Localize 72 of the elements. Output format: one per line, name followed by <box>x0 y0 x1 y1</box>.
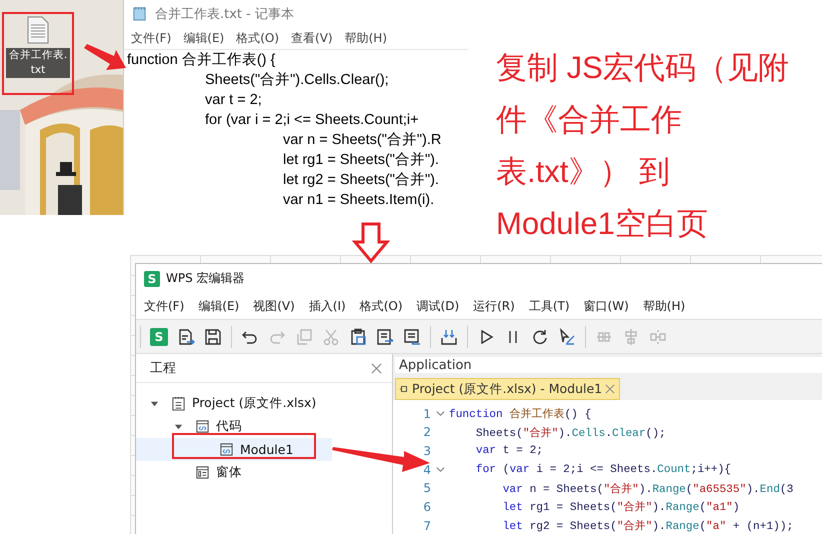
menu-item[interactable]: 插入(I) <box>308 298 346 314</box>
line-number: 7 <box>422 518 431 533</box>
panel-title: 工程 <box>150 360 176 377</box>
code-file-icon <box>219 442 234 457</box>
menu-item[interactable]: 格式(O) <box>360 298 403 314</box>
code-line: let rg2 = Sheets("合并").Range("a" + (n+1)); <box>502 518 794 534</box>
export-icon[interactable] <box>177 328 195 346</box>
code-line: Sheets("合并").Cells.Clear(); <box>474 426 666 440</box>
form-icon <box>195 465 210 480</box>
tree-item[interactable]: 代码 <box>136 415 332 438</box>
text-line: let rg1 = Sheets("合并"). <box>282 151 440 170</box>
text-line: var t = 2; <box>204 91 263 110</box>
code-line: let rg1 = Sheets("合并").Range("a1") <box>502 500 740 514</box>
tree-item[interactable]: Module1 <box>136 438 332 461</box>
design-icon[interactable] <box>558 328 576 346</box>
down-arrow <box>352 222 390 264</box>
close-icon[interactable] <box>371 362 382 374</box>
tree-item[interactable]: Project (原文件.xlsx) <box>136 392 332 415</box>
indent-icon[interactable] <box>376 328 394 346</box>
menu-item[interactable]: 视图(V) <box>253 298 295 314</box>
close-icon[interactable] <box>605 384 616 394</box>
file-label[interactable]: 合并工作表.txt <box>6 48 70 78</box>
line-number: 1 <box>422 406 431 421</box>
menu-item[interactable]: 帮助(H) <box>642 298 686 314</box>
code-file-icon <box>195 419 210 434</box>
line-number: 5 <box>422 481 431 496</box>
expander-icon[interactable] <box>150 399 159 408</box>
tree-item[interactable]: 窗体 <box>136 461 332 484</box>
text-line: Sheets("合并").Cells.Clear(); <box>204 71 390 90</box>
line-number: 3 <box>422 444 431 458</box>
menu-item[interactable]: 文件(F) <box>144 298 184 314</box>
menu-item[interactable]: 窗口(W) <box>584 298 629 314</box>
menu-item[interactable]: 编辑(E) <box>183 30 224 46</box>
menu-item[interactable]: 运行(R) <box>473 298 515 314</box>
menu-item[interactable]: 编辑(E) <box>198 298 240 314</box>
code-line: var n = Sheets("合并").Range("a65535").End(3 <box>502 482 794 496</box>
fold-icon[interactable] <box>436 409 444 418</box>
app-logo: S <box>144 270 160 286</box>
save-icon[interactable] <box>204 328 222 346</box>
paste-icon[interactable] <box>349 328 367 346</box>
menu-item[interactable]: 调试(D) <box>416 298 460 314</box>
editor-tab[interactable]: Project (原文件.xlsx) - Module1 <box>395 378 620 400</box>
code-line: var t = 2; <box>474 444 543 457</box>
reset-icon[interactable] <box>531 328 549 346</box>
annotation-text: 复制 JS宏代码（见附件《合并工作表.txt》） 到 Module1空白页 <box>496 49 790 243</box>
window-title: 合并工作表.txt - 记事本 <box>155 6 294 22</box>
text-line: var n = Sheets("合并").R <box>282 131 442 150</box>
menu-item[interactable]: 格式(O) <box>236 30 280 46</box>
text-line: let rg2 = Sheets("合并"). <box>282 171 440 190</box>
notepad-icon <box>132 6 147 21</box>
menu-item[interactable]: 查看(V) <box>291 30 333 46</box>
window-title: WPS 宏编辑器 <box>166 270 245 287</box>
line-number: 6 <box>422 500 431 514</box>
expander-icon[interactable] <box>174 422 183 431</box>
module-icon <box>399 384 409 394</box>
menu-item[interactable]: 文件(F) <box>131 30 172 46</box>
outdent-icon[interactable] <box>403 328 421 346</box>
menu-item[interactable]: 帮助(H) <box>344 30 387 46</box>
project-icon <box>171 396 186 411</box>
text-line: function 合并工作表() { <box>127 51 276 70</box>
text-line: for (var i = 2;i <= Sheets.Count;i+ <box>204 111 420 130</box>
object-field[interactable]: Application <box>395 357 822 374</box>
text-file-icon[interactable] <box>27 16 49 44</box>
arrow <box>84 44 126 72</box>
line-number: 4 <box>422 462 431 477</box>
import-icon[interactable] <box>440 328 458 346</box>
code-line: function 合并工作表() { <box>449 406 592 422</box>
text-line: var n1 = Sheets.Item(i). <box>282 191 436 210</box>
line-number: 2 <box>422 425 431 440</box>
menu-item[interactable]: 工具(T) <box>528 298 570 314</box>
fold-icon[interactable] <box>436 465 444 474</box>
code-line: for (var i = 2;i <= Sheets.Count;i++){ <box>474 464 732 476</box>
